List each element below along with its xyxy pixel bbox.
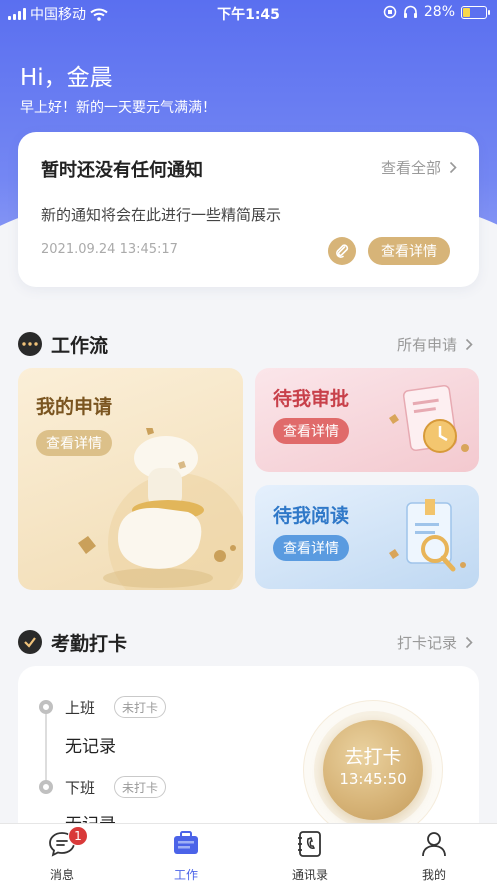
pending-approval-card[interactable]: 待我审批 查看详情 bbox=[255, 368, 479, 472]
clock-records-label: 打卡记录 bbox=[396, 634, 457, 652]
tab-label: 通讯录 bbox=[291, 868, 328, 882]
view-all-label: 查看全部 bbox=[380, 159, 441, 177]
card-detail-button[interactable]: 查看详情 bbox=[273, 418, 349, 444]
clock-in-button[interactable]: 去打卡 13:45:50 bbox=[323, 720, 423, 820]
battery-icon bbox=[461, 5, 490, 19]
user-icon bbox=[422, 832, 446, 857]
workflow-header: 工作流 所有申请 bbox=[18, 330, 479, 360]
notice-title: 暂时还没有任何通知 bbox=[41, 160, 203, 181]
tab-label: 我的 bbox=[421, 868, 446, 882]
clock-out-label: 下班 bbox=[65, 779, 96, 797]
briefcase-icon bbox=[174, 831, 198, 854]
tab-me[interactable]: 我的 bbox=[394, 828, 474, 882]
timeline-line bbox=[45, 710, 47, 786]
my-applications-card[interactable]: 我的申请 查看详情 bbox=[18, 368, 243, 590]
current-time: 13:45:50 bbox=[339, 770, 407, 788]
contacts-book-icon bbox=[298, 831, 321, 857]
headphones-icon bbox=[403, 5, 417, 18]
notice-timestamp: 2021.09.24 13:45:17 bbox=[41, 242, 178, 257]
card-title: 待我阅读 bbox=[273, 505, 350, 527]
tab-label: 消息 bbox=[49, 868, 74, 882]
unread-badge: 1 bbox=[68, 826, 88, 846]
more-dots-icon bbox=[18, 332, 42, 356]
tab-bar: 1 消息 工作 通讯录 我的 bbox=[0, 823, 497, 883]
notice-detail-button[interactable]: 查看详情 bbox=[368, 237, 450, 265]
document-clock-icon bbox=[389, 384, 469, 453]
greeting-title: Hi，金晨 bbox=[20, 65, 113, 91]
notice-body: 新的通知将会在此进行一些精简展示 bbox=[41, 206, 282, 224]
tab-messages[interactable]: 1 消息 bbox=[22, 826, 102, 882]
tab-label: 工作 bbox=[173, 868, 198, 882]
chevron-right-icon bbox=[449, 161, 457, 174]
clock-records-link[interactable]: 打卡记录 bbox=[397, 632, 473, 653]
all-applications-label: 所有申请 bbox=[396, 336, 457, 354]
chevron-right-icon bbox=[465, 636, 473, 649]
workflow-title: 工作流 bbox=[51, 335, 109, 357]
notice-card: 暂时还没有任何通知 查看全部 新的通知将会在此进行一些精简展示 2021.09.… bbox=[18, 132, 479, 287]
timeline-dot bbox=[39, 780, 53, 794]
clock-in-record: 无记录 bbox=[65, 737, 116, 757]
all-applications-link[interactable]: 所有申请 bbox=[397, 334, 473, 355]
clock-in-button-label: 去打卡 bbox=[344, 746, 402, 768]
card-title: 待我审批 bbox=[273, 388, 350, 410]
battery-percent: 28% bbox=[423, 4, 455, 20]
status-badge: 未打卡 bbox=[114, 696, 167, 718]
tab-work[interactable]: 工作 bbox=[146, 828, 226, 882]
status-badge: 未打卡 bbox=[114, 776, 167, 798]
timeline-dot bbox=[39, 700, 53, 714]
status-bar: 中国移动 下午1:45 28% bbox=[0, 0, 497, 26]
document-search-icon bbox=[389, 499, 466, 572]
rotation-lock-icon bbox=[383, 5, 397, 19]
paperclip-icon bbox=[336, 244, 349, 258]
attachment-button[interactable] bbox=[328, 237, 356, 265]
card-detail-button[interactable]: 查看详情 bbox=[273, 535, 349, 561]
clock-in-label: 上班 bbox=[65, 699, 96, 717]
card-title: 我的申请 bbox=[36, 396, 113, 418]
check-badge-icon bbox=[18, 630, 42, 654]
tab-contacts[interactable]: 通讯录 bbox=[270, 828, 350, 882]
stamp-illustration-icon bbox=[78, 428, 243, 590]
pending-reading-card[interactable]: 待我阅读 查看详情 bbox=[255, 485, 479, 589]
greeting-subtitle: 早上好！新的一天要元气满满！ bbox=[20, 100, 216, 116]
view-all-link[interactable]: 查看全部 bbox=[381, 157, 457, 178]
attendance-header: 考勤打卡 打卡记录 bbox=[18, 628, 479, 658]
chevron-right-icon bbox=[465, 338, 473, 351]
attendance-title: 考勤打卡 bbox=[51, 633, 128, 655]
